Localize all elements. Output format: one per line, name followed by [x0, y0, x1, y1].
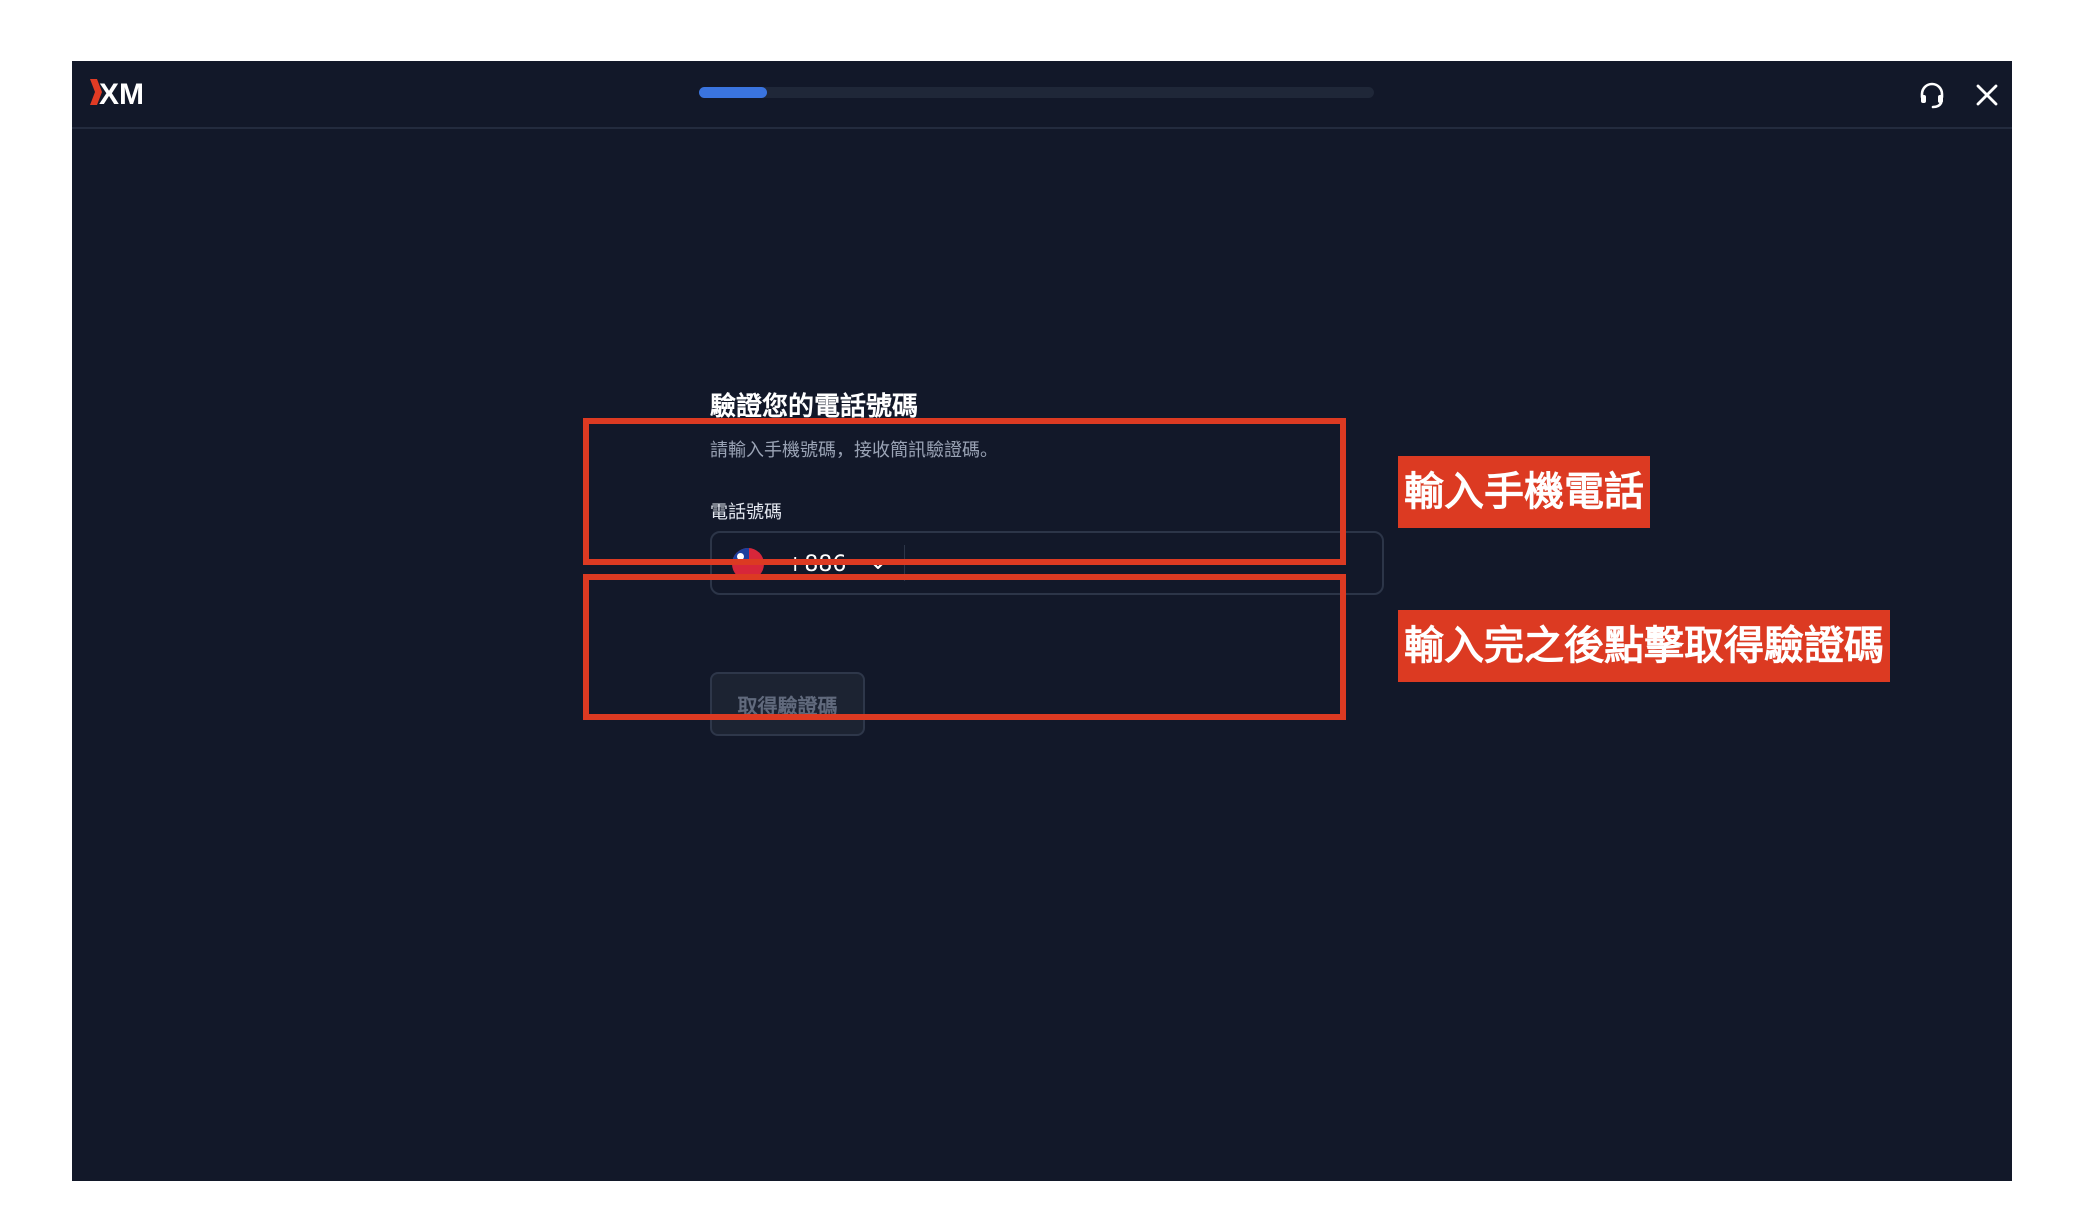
highlight-box-phone: [583, 418, 1346, 565]
close-icon: [1976, 84, 1998, 106]
progress-fill: [699, 87, 767, 98]
logo-text: XM: [99, 78, 144, 107]
progress-bar: [699, 87, 1374, 98]
xm-logo: XM: [90, 78, 144, 107]
highlight-box-button: [583, 574, 1346, 720]
headset-icon: [1920, 82, 1944, 109]
support-button[interactable]: [1915, 78, 1949, 112]
close-button[interactable]: [1970, 78, 2004, 112]
top-bar: XM: [72, 61, 2012, 129]
callout-click-get-code: 輸入完之後點擊取得驗證碼: [1398, 610, 1890, 682]
callout-enter-phone: 輸入手機電話: [1398, 456, 1650, 528]
